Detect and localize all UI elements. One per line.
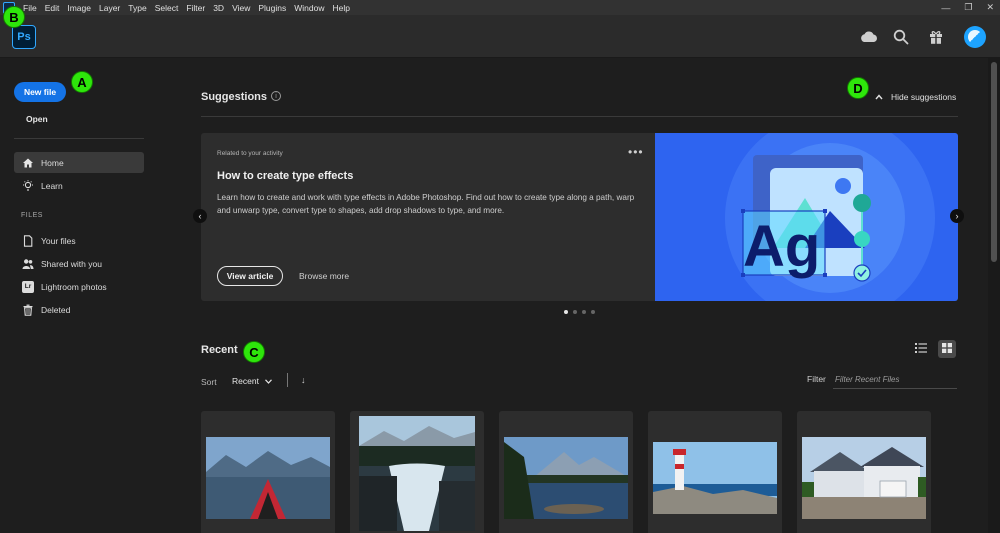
suggestions-divider (201, 116, 958, 117)
vertical-scrollbar[interactable] (988, 58, 1000, 533)
suggestions-title: Suggestions (201, 91, 268, 103)
gift-icon[interactable] (927, 28, 945, 46)
lightroom-icon: Lr (22, 280, 34, 293)
annotation-badge-c: C (243, 341, 265, 363)
thumbnail-house (802, 437, 926, 519)
art-text: Ag (743, 214, 820, 279)
more-options-icon[interactable]: ••• (628, 145, 644, 159)
photoshop-logo[interactable]: Ps (12, 25, 36, 49)
recent-file-card[interactable] (350, 411, 484, 533)
sidebar: New file Open Home Learn FILES Your file… (0, 58, 160, 533)
menu-type[interactable]: Type (128, 3, 146, 13)
info-icon[interactable]: i (271, 91, 281, 101)
sidebar-item-shared-with-you[interactable]: Shared with you (14, 253, 144, 274)
window-controls: — ❐ ✕ (941, 0, 994, 15)
suggestion-card: Related to your activity ••• How to crea… (201, 133, 958, 301)
filter-label: Filter (807, 374, 826, 384)
sort-dropdown[interactable]: Recent (232, 376, 273, 386)
files-section-heading: FILES (21, 212, 43, 219)
thumbnail-waterfall (359, 416, 475, 531)
pager-dot[interactable] (573, 310, 577, 314)
recent-file-card[interactable] (648, 411, 782, 533)
open-button[interactable]: Open (26, 114, 48, 124)
cloud-icon[interactable] (860, 28, 878, 46)
thumbnail-mountain-lake (504, 437, 628, 519)
sidebar-item-your-files[interactable]: Your files (14, 230, 144, 251)
carousel-next-button[interactable]: › (950, 209, 964, 223)
chevron-up-icon (875, 92, 883, 102)
menu-bar: File Edit Image Layer Type Select Filter… (0, 0, 1000, 15)
app-header: Ps (0, 15, 1000, 58)
card-eyebrow: Related to your activity (217, 150, 283, 157)
carousel-prev-button[interactable]: ‹ (193, 209, 207, 223)
pager-dot[interactable] (564, 310, 568, 314)
carousel-pager (564, 310, 595, 314)
sidebar-item-label: Shared with you (41, 258, 102, 269)
menu-3d[interactable]: 3D (213, 3, 224, 13)
list-view-button[interactable] (912, 340, 930, 358)
list-view-icon (915, 340, 927, 358)
annotation-badge-d: D (847, 77, 869, 99)
chevron-down-icon (265, 376, 273, 386)
sidebar-item-label: Learn (41, 180, 63, 191)
menu-plugins[interactable]: Plugins (258, 3, 286, 13)
sidebar-item-label: Your files (41, 235, 76, 246)
search-icon[interactable] (892, 28, 910, 46)
sidebar-item-learn[interactable]: Learn (14, 175, 144, 196)
menu-layer[interactable]: Layer (99, 3, 120, 13)
sidebar-item-deleted[interactable]: Deleted (14, 299, 144, 320)
pager-dot[interactable] (582, 310, 586, 314)
sidebar-item-label: Home (41, 157, 64, 168)
grid-view-button[interactable] (938, 340, 956, 358)
pager-dot[interactable] (591, 310, 595, 314)
menu-view[interactable]: View (232, 3, 250, 13)
close-icon[interactable]: ✕ (986, 2, 994, 13)
hide-suggestions-label: Hide suggestions (891, 92, 957, 102)
menu-file[interactable]: File (23, 3, 37, 13)
sidebar-item-label: Lightroom photos (41, 281, 107, 292)
recent-title: Recent (201, 344, 238, 356)
thumbnail-lighthouse (653, 442, 777, 514)
browse-more-link[interactable]: Browse more (299, 271, 349, 281)
view-article-button[interactable]: View article (217, 266, 283, 286)
grid-view-icon (942, 340, 952, 358)
recent-file-card[interactable] (797, 411, 931, 533)
menu-image[interactable]: Image (67, 3, 91, 13)
lightbulb-icon (22, 179, 34, 192)
sort-value: Recent (232, 376, 259, 386)
suggestion-card-text: Related to your activity ••• How to crea… (201, 133, 655, 301)
hide-suggestions-button[interactable]: Hide suggestions (875, 92, 956, 102)
main-content: Suggestions i Hide suggestions Related t… (160, 58, 988, 533)
filter-recent-input[interactable] (833, 370, 957, 389)
minimize-icon[interactable]: — (941, 3, 950, 13)
new-file-button[interactable]: New file (14, 82, 66, 102)
sort-separator (287, 373, 288, 387)
sort-label: Sort (201, 377, 217, 387)
annotation-badge-a: A (71, 71, 93, 93)
menu-select[interactable]: Select (155, 3, 179, 13)
user-avatar[interactable] (964, 26, 986, 48)
recent-file-card[interactable] (201, 411, 335, 533)
sidebar-item-home[interactable]: Home (14, 152, 144, 173)
menu-filter[interactable]: Filter (186, 3, 205, 13)
people-icon (22, 258, 34, 270)
annotation-badge-b: B (3, 6, 25, 28)
trash-icon (22, 304, 34, 316)
card-description: Learn how to create and work with type e… (217, 193, 635, 215)
recent-file-card[interactable] (499, 411, 633, 533)
menu-edit[interactable]: Edit (45, 3, 60, 13)
thumbnail-kayak (206, 437, 330, 519)
card-title: How to create type effects (217, 170, 354, 182)
home-icon (22, 157, 34, 169)
scrollbar-thumb[interactable] (991, 62, 997, 262)
menu-help[interactable]: Help (332, 3, 349, 13)
sort-direction-icon[interactable]: ↓ (301, 375, 306, 385)
restore-icon[interactable]: ❐ (964, 2, 972, 13)
sidebar-item-lightroom-photos[interactable]: Lr Lightroom photos (14, 276, 144, 297)
file-icon (22, 234, 34, 247)
menu-window[interactable]: Window (294, 3, 324, 13)
sidebar-item-label: Deleted (41, 304, 71, 315)
sidebar-divider (14, 138, 144, 139)
type-effects-illustration: Ag (655, 133, 958, 301)
